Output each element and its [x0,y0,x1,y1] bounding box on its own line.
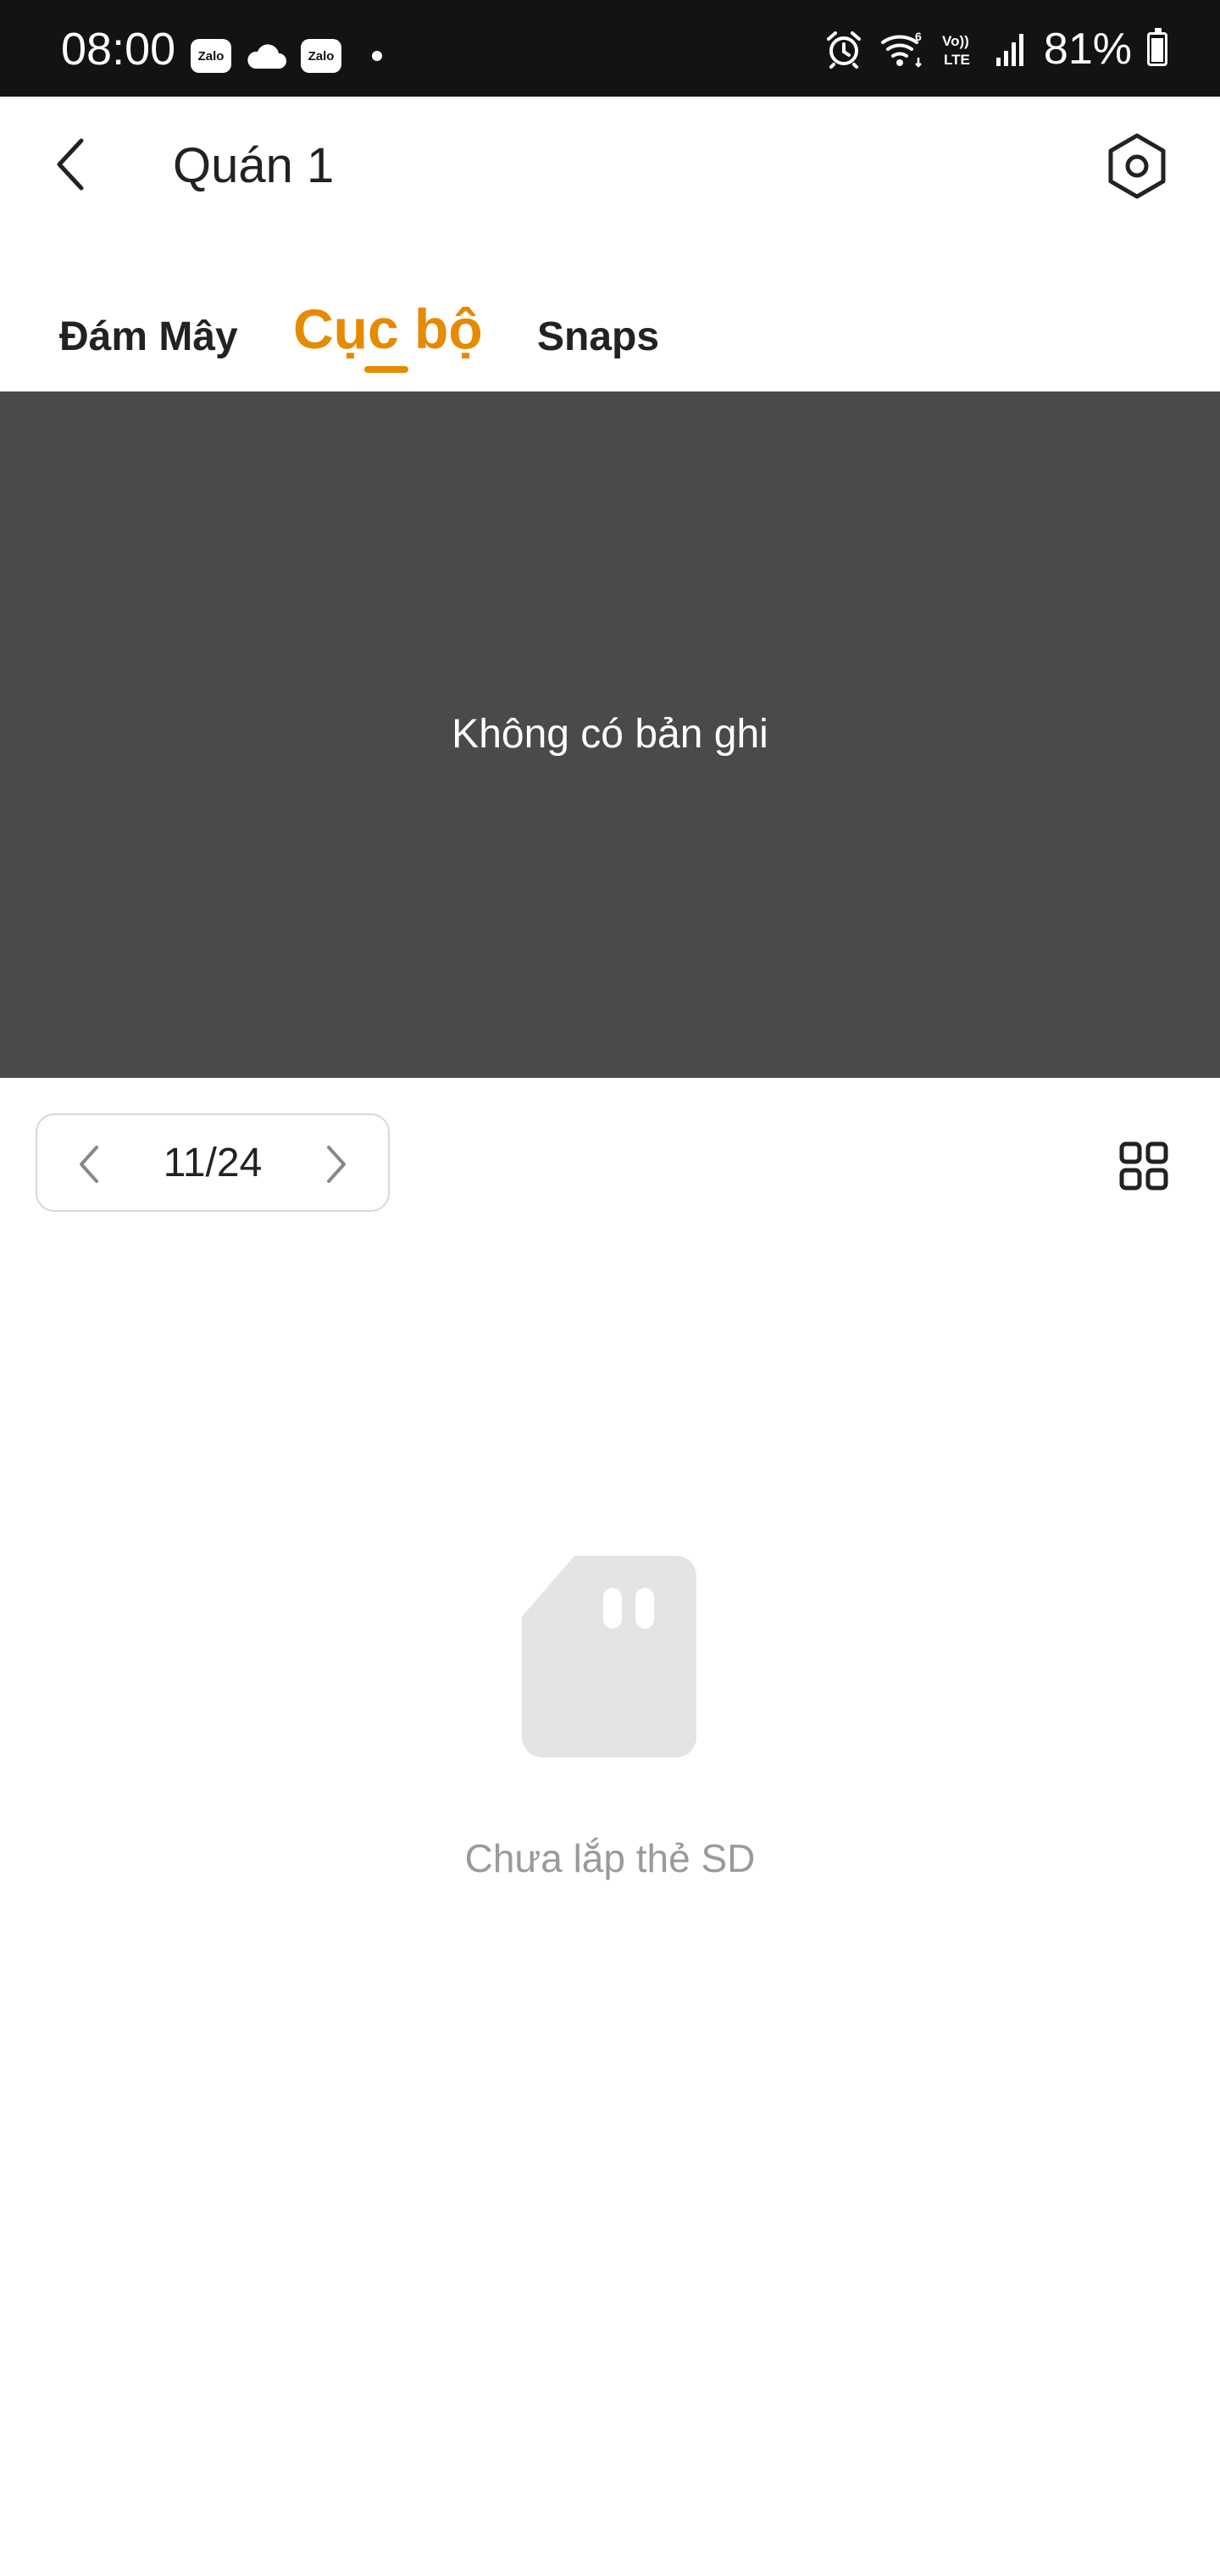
status-right-icons: 6 Vo)) LTE 81% [824,25,1167,73]
chevron-right-icon[interactable] [319,1142,352,1186]
tab-local[interactable]: Cục bộ [293,297,483,361]
page-title: Quán 1 [173,138,335,193]
grid-icon[interactable] [1118,1141,1169,1191]
zalo-icon: Zalo [301,39,341,73]
cloud-icon [247,44,286,69]
no-sd-card-message: Chưa lắp thẻ SD [464,1836,756,1880]
settings-hexagon-icon[interactable] [1101,130,1173,202]
channel-pager: 11/24 [36,1113,390,1212]
status-time: 08:00 [61,24,176,75]
tab-cloud[interactable]: Đám Mây [59,314,238,360]
tab-snaps[interactable]: Snaps [537,314,659,360]
battery-percent: 81% [1043,25,1132,74]
signal-icon [995,34,1023,66]
volte-icon: Vo)) LTE [942,33,970,68]
volte-top-label: Vo)) [942,33,969,49]
video-player[interactable]: Không có bản ghi [0,391,1220,1078]
app-header: Quán 1 [0,97,1220,232]
notification-icons: Zalo Zalo [191,37,382,75]
no-record-message: Không có bản ghi [452,712,768,757]
volte-bottom-label: LTE [944,52,970,68]
sd-card-icon [522,1556,696,1757]
alarm-icon [826,31,861,69]
active-tab-indicator [364,366,408,373]
svg-text:6: 6 [915,30,922,43]
status-bar: 08:00 Zalo Zalo 6 Vo)) LTE 81% [0,0,1220,97]
battery-icon [1147,28,1167,66]
chevron-left-icon[interactable] [47,136,98,193]
tab-bar: Đám Mây Cục bộ Snaps [0,280,1220,391]
wifi-6-icon: 6 [880,30,922,68]
zalo-icon: Zalo [191,39,231,73]
dot-icon [372,51,382,61]
